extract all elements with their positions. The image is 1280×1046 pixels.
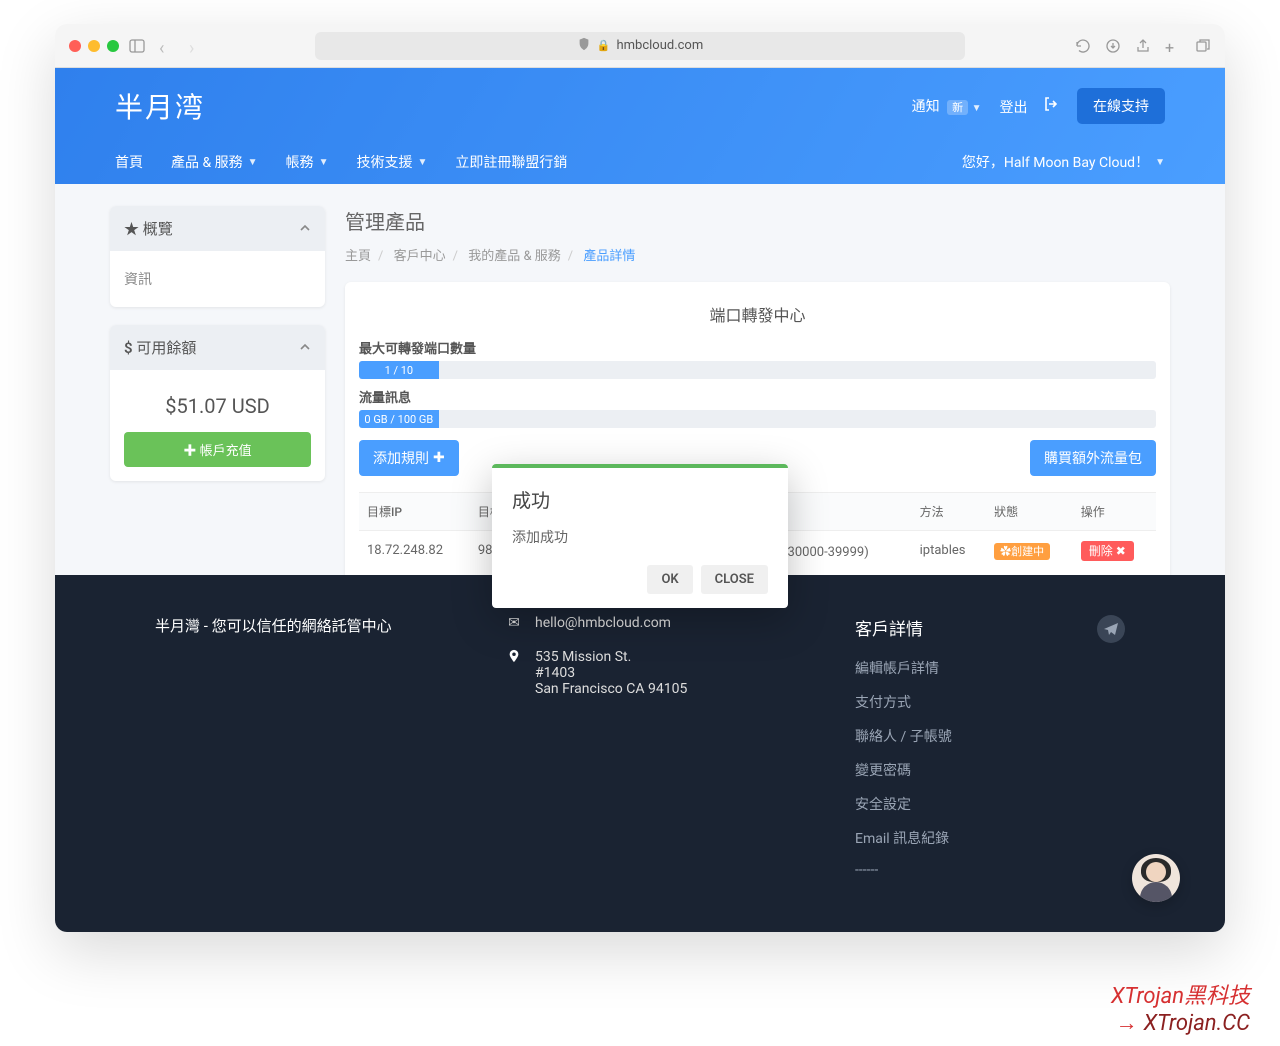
col-action: 操作	[1073, 493, 1156, 531]
browser-chrome: ‹ › 🔒 hmbcloud.com +	[55, 24, 1225, 68]
reload-icon[interactable]	[1075, 38, 1091, 54]
max-ports-bar: 1 / 10	[359, 361, 1156, 379]
crumb-home[interactable]: 主頁	[345, 249, 371, 264]
nav-products[interactable]: 產品 & 服務 ▼	[171, 152, 258, 172]
logout-link[interactable]: 登出	[1000, 96, 1059, 117]
cell-method: iptables	[912, 531, 986, 571]
pin-icon	[505, 649, 523, 697]
overview-card: ★ 概覽 資訊	[110, 206, 325, 307]
notifications[interactable]: 通知 新 ▼	[912, 96, 982, 116]
footer: 半月灣 - 您可以信任的網絡託管中心 ✉ hello@hmbcloud.com …	[55, 575, 1225, 932]
max-ports-label: 最大可轉發端口數量	[359, 338, 1156, 357]
success-modal: 成功 添加成功 OK CLOSE	[492, 464, 788, 608]
dollar-icon: $	[124, 339, 133, 357]
crumb-client[interactable]: 客戶中心	[394, 249, 446, 264]
delete-button[interactable]: 刪除 ✖	[1081, 541, 1134, 561]
traffic-label: 流量訊息	[359, 387, 1156, 406]
status-badge: ✿創建中	[994, 543, 1050, 560]
footer-link[interactable]: 安全設定	[855, 794, 1125, 814]
tabs-icon[interactable]	[1195, 38, 1211, 54]
user-menu[interactable]: 您好，Half Moon Bay Cloud！ ▼	[962, 152, 1165, 172]
star-icon: ★	[124, 220, 139, 238]
download-icon[interactable]	[1105, 38, 1121, 54]
sidebar-toggle-icon[interactable]	[129, 38, 145, 54]
window-min[interactable]	[88, 40, 100, 52]
modal-message: 添加成功	[512, 527, 768, 547]
mail-icon: ✉	[505, 615, 523, 631]
crumb-current: 產品詳情	[583, 249, 635, 264]
nav-home[interactable]: 首頁	[115, 152, 143, 172]
address-bar[interactable]: 🔒 hmbcloud.com	[315, 32, 965, 60]
forward-icon[interactable]: ›	[189, 38, 205, 54]
buy-traffic-button[interactable]: 購買額外流量包	[1030, 440, 1156, 476]
back-icon[interactable]: ‹	[159, 38, 175, 54]
footer-tagline: 半月灣 - 您可以信任的網絡託管中心	[155, 615, 425, 636]
modal-title: 成功	[512, 486, 768, 513]
footer-link[interactable]: 變更密碼	[855, 760, 1125, 780]
max-ports-fill: 1 / 10	[359, 361, 439, 379]
shield-icon	[577, 37, 591, 55]
footer-link[interactable]: Email 訊息紀錄	[855, 828, 1125, 848]
sidebar-info-link[interactable]: 資訊	[124, 265, 311, 293]
window-close[interactable]	[69, 40, 81, 52]
url-text: hmbcloud.com	[616, 38, 703, 53]
chevron-down-icon: ▼	[972, 103, 982, 114]
footer-link[interactable]: 編輯帳戶詳情	[855, 658, 1125, 678]
support-button[interactable]: 在線支持	[1077, 88, 1165, 124]
chevron-down-icon: ▼	[248, 157, 258, 168]
footer-email[interactable]: hello@hmbcloud.com	[535, 615, 671, 631]
chevron-up-icon	[299, 220, 311, 238]
page-header: 半月湾 通知 新 ▼ 登出 在線支持 首頁 產品 & 服務 ▼	[55, 68, 1225, 184]
page-title: 管理產品	[345, 206, 1170, 235]
watermark: XTrojan黑科技 →XTrojan.CC	[1111, 978, 1250, 1036]
overview-header[interactable]: ★ 概覽	[110, 206, 325, 251]
footer-col-title: 客戶詳情	[855, 615, 1125, 640]
panel-title: 端口轉發中心	[359, 296, 1156, 338]
cell-ip: 18.72.248.82	[359, 531, 470, 571]
logo[interactable]: 半月湾	[115, 86, 205, 126]
window-max[interactable]	[107, 40, 119, 52]
new-tab-icon[interactable]: +	[1165, 38, 1181, 54]
telegram-icon[interactable]	[1097, 615, 1125, 643]
new-badge: 新	[947, 100, 968, 115]
modal-close-button[interactable]: CLOSE	[701, 565, 768, 594]
footer-link[interactable]: 支付方式	[855, 692, 1125, 712]
balance-header[interactable]: $ 可用餘額	[110, 325, 325, 370]
footer-address: 535 Mission St. #1403 San Francisco CA 9…	[535, 649, 687, 697]
col-status: 狀態	[986, 493, 1073, 531]
plus-icon: ✚	[433, 450, 445, 466]
share-icon[interactable]	[1135, 38, 1151, 54]
crumb-products[interactable]: 我的產品 & 服務	[468, 249, 561, 264]
chevron-down-icon: ▼	[1155, 157, 1165, 168]
footer-links: 編輯帳戶詳情 支付方式 聯絡人 / 子帳號 變更密碼 安全設定 Email 訊息…	[855, 658, 1125, 878]
add-rule-button[interactable]: 添加規則 ✚	[359, 440, 459, 476]
footer-link: ------	[855, 862, 1125, 878]
recharge-button[interactable]: ✚ 帳戶充值	[124, 432, 311, 467]
nav-support[interactable]: 技術支援 ▼	[356, 152, 427, 172]
plus-icon: ✚	[183, 444, 196, 459]
nav-affiliate[interactable]: 立即註冊聯盟行銷	[455, 152, 567, 172]
chevron-down-icon: ▼	[417, 157, 427, 168]
lock-icon: 🔒	[597, 39, 611, 52]
logout-icon	[1043, 100, 1059, 116]
nav-billing[interactable]: 帳務 ▼	[286, 152, 329, 172]
col-ip: 目標IP	[359, 493, 470, 531]
footer-link[interactable]: 聯絡人 / 子帳號	[855, 726, 1125, 746]
breadcrumb: 主頁/ 客戶中心/ 我的產品 & 服務/ 產品詳情	[345, 245, 1170, 264]
chat-avatar[interactable]	[1132, 854, 1180, 902]
chevron-up-icon	[299, 339, 311, 357]
balance-amount: $51.07 USD	[124, 384, 311, 432]
balance-card: $ 可用餘額 $51.07 USD ✚ 帳戶充值	[110, 325, 325, 481]
traffic-bar: 0 GB / 100 GB	[359, 410, 1156, 428]
traffic-fill: 0 GB / 100 GB	[359, 410, 439, 428]
chevron-down-icon: ▼	[319, 157, 329, 168]
modal-ok-button[interactable]: OK	[647, 565, 692, 594]
col-method: 方法	[912, 493, 986, 531]
